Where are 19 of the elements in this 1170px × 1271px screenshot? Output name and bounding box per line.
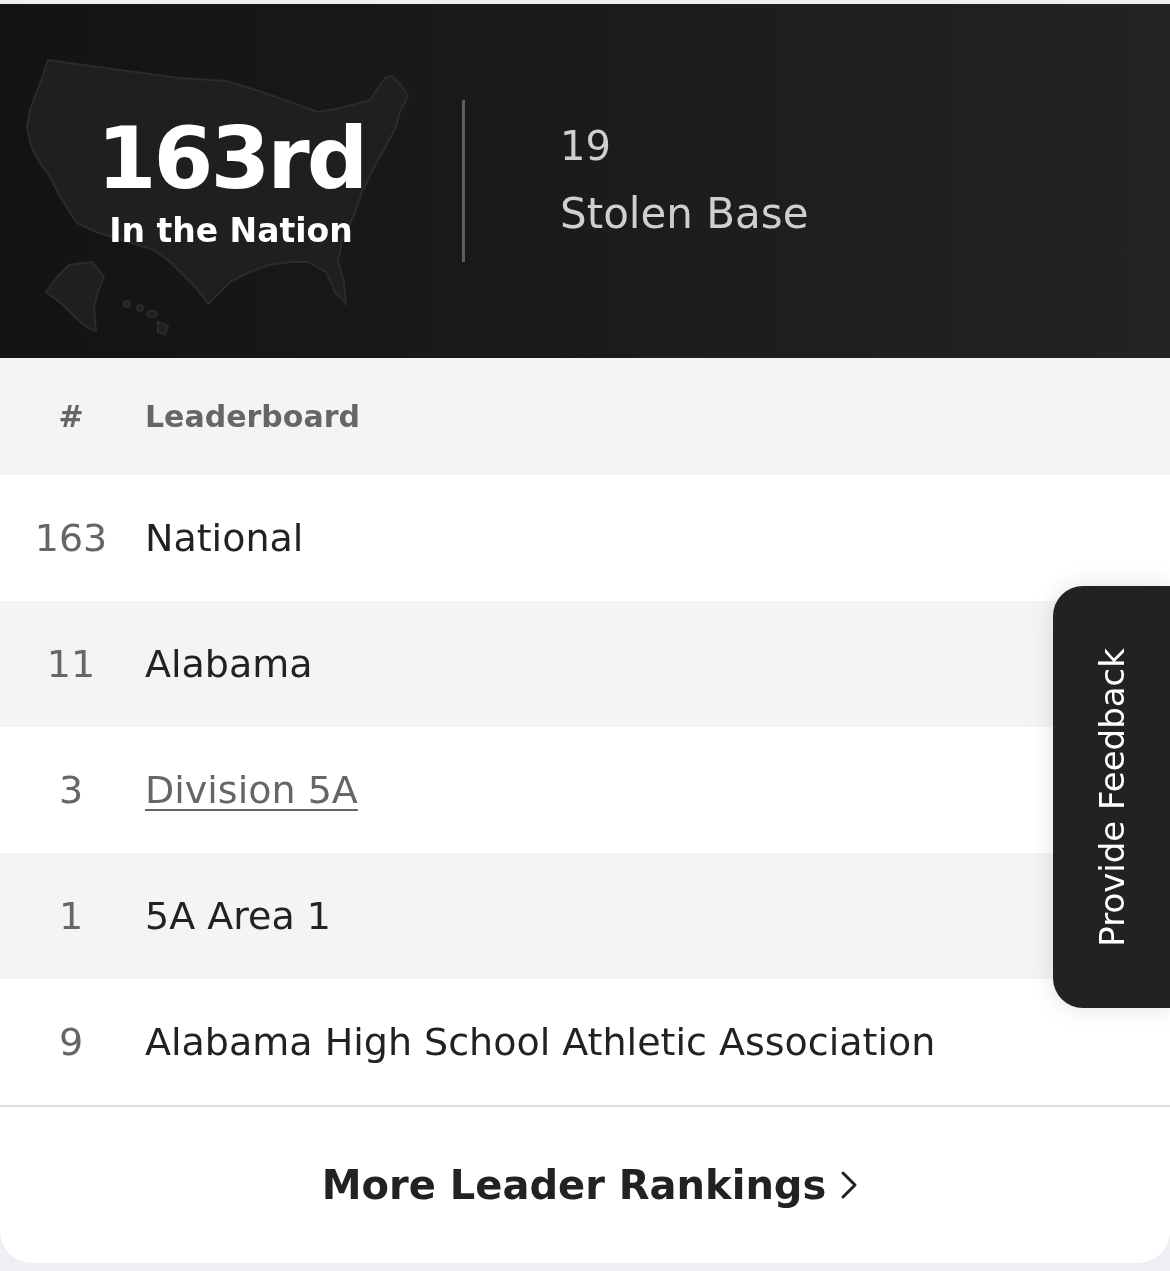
leaderboard-cell: Alabama High School Athletic Association bbox=[145, 1020, 936, 1064]
chevron-right-icon bbox=[840, 1170, 859, 1200]
rank-label: In the Nation bbox=[108, 210, 354, 252]
rank-cell: 11 bbox=[46, 642, 96, 686]
stat-label: Stolen Base bbox=[560, 188, 809, 240]
rank-cell: 3 bbox=[58, 768, 84, 812]
leaderboard-cell: National bbox=[145, 516, 304, 560]
leaderboard-cell: 5A Area 1 bbox=[145, 894, 331, 938]
column-header: Leaderboard bbox=[145, 399, 360, 434]
stat-value: 19 bbox=[560, 122, 612, 170]
leaderboard-cell: Alabama bbox=[145, 642, 313, 686]
rank-cell: 9 bbox=[58, 1020, 84, 1064]
feedback-tab[interactable]: Provide Feedback bbox=[1053, 586, 1170, 1008]
leaderboard-link[interactable]: Division 5A bbox=[145, 768, 358, 812]
rank-cell: 1 bbox=[58, 894, 84, 938]
rank-value: 163rd bbox=[95, 110, 367, 206]
more-rankings-link[interactable]: More Leader Rankings bbox=[321, 1162, 859, 1208]
rank-cell: 163 bbox=[34, 516, 108, 560]
column-header: # bbox=[58, 399, 84, 434]
